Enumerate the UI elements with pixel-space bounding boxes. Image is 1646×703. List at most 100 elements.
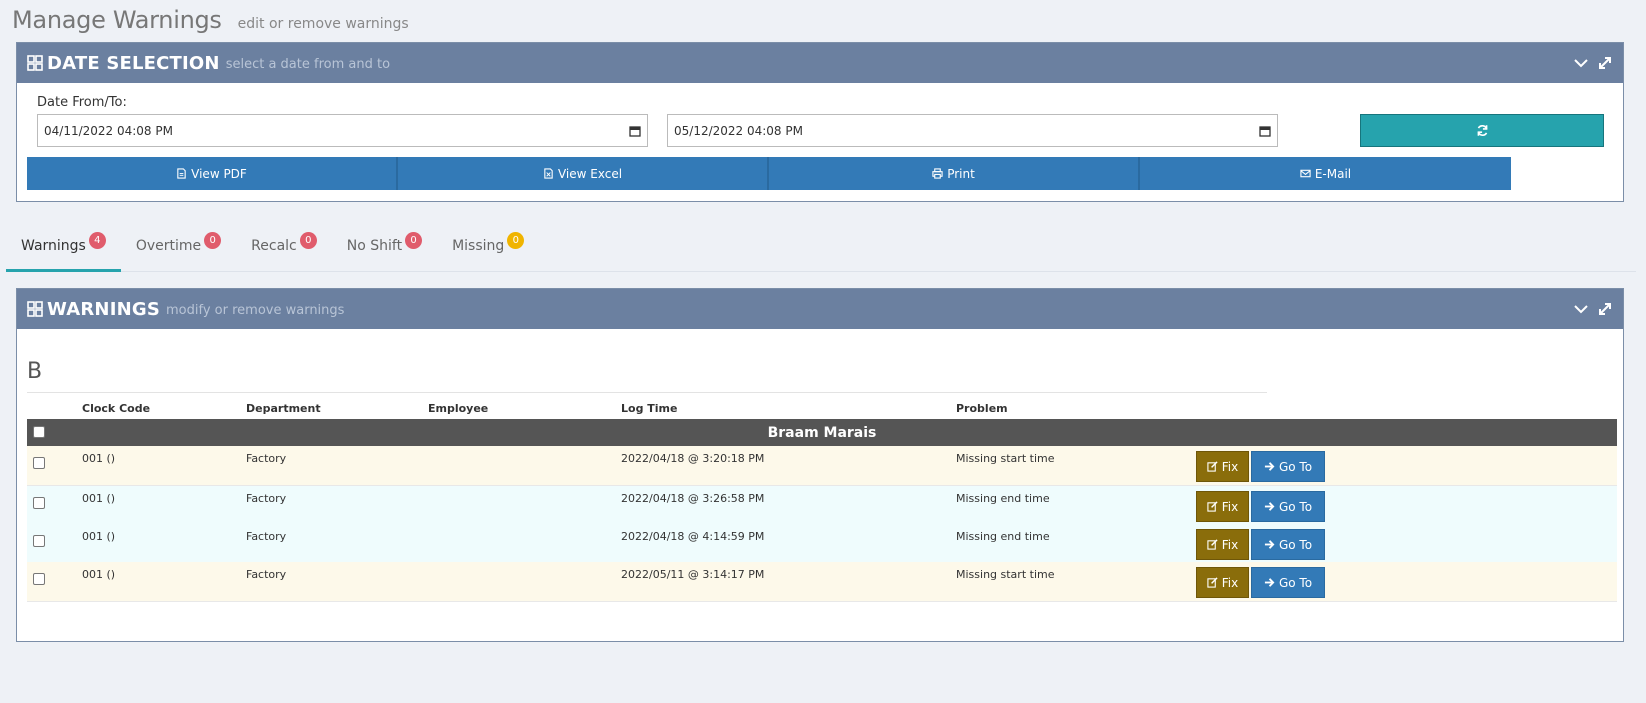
view-pdf-button[interactable]: View PDF <box>27 157 398 190</box>
go-to-button[interactable]: Go To <box>1251 567 1325 598</box>
edit-icon <box>1207 461 1218 472</box>
log-time-cell: 2022/04/18 @ 3:20:18 PM <box>621 452 765 465</box>
count-badge: 0 <box>507 232 525 249</box>
fix-label: Fix <box>1221 499 1239 514</box>
clock-code-cell: 001 () <box>82 530 116 543</box>
fix-label: Fix <box>1221 575 1239 590</box>
edit-icon <box>1207 539 1218 550</box>
tab-no-shift[interactable]: No Shift 0 <box>332 228 437 272</box>
warning-tabs: Warnings 4 Overtime 0 Recalc 0 No Shift … <box>6 228 1636 272</box>
table-row: 001 () Factory 2022/05/11 @ 3:14:17 PM M… <box>27 562 1617 602</box>
department-cell: Factory <box>246 568 287 581</box>
refresh-icon <box>1477 125 1487 136</box>
fix-button[interactable]: Fix <box>1196 567 1249 598</box>
date-selection-panel: DATE SELECTION select a date from and to… <box>16 42 1624 202</box>
section-letter: B <box>27 359 43 384</box>
col-header-problem[interactable]: Problem <box>956 402 1008 415</box>
warnings-panel-subtitle: modify or remove warnings <box>166 303 345 318</box>
warnings-panel-header: WARNINGS modify or remove warnings <box>17 289 1623 329</box>
arrow-right-icon <box>1264 540 1275 549</box>
fix-button[interactable]: Fix <box>1196 529 1249 560</box>
tab-label: Recalc <box>251 238 297 254</box>
fix-button[interactable]: Fix <box>1196 451 1249 482</box>
warnings-panel-title: WARNINGS <box>47 298 161 320</box>
log-time-cell: 2022/04/18 @ 3:26:58 PM <box>621 492 765 505</box>
calendar-icon[interactable] <box>629 125 641 137</box>
col-header-department[interactable]: Department <box>246 402 321 415</box>
date-to-value: 05/12/2022 04:08 PM <box>674 123 803 138</box>
arrow-right-icon <box>1264 462 1275 471</box>
file-excel-icon <box>544 168 553 179</box>
date-from-to-label: Date From/To: <box>37 95 127 110</box>
select-all-checkbox[interactable] <box>33 426 45 438</box>
problem-cell: Missing end time <box>956 530 1050 543</box>
refresh-button[interactable] <box>1360 114 1604 147</box>
email-label: E-Mail <box>1314 166 1352 181</box>
go-to-button[interactable]: Go To <box>1251 451 1325 482</box>
count-badge: 4 <box>88 232 106 249</box>
row-checkbox[interactable] <box>33 497 45 509</box>
tab-label: Missing <box>452 238 505 254</box>
department-cell: Factory <box>246 452 287 465</box>
tab-warnings[interactable]: Warnings 4 <box>6 228 121 272</box>
fix-label: Fix <box>1221 537 1239 552</box>
col-header-employee[interactable]: Employee <box>428 402 488 415</box>
group-name: Braam Marais <box>767 424 877 441</box>
go-to-label: Go To <box>1278 459 1313 474</box>
page-subtitle: edit or remove warnings <box>237 16 409 32</box>
date-panel-subtitle: select a date from and to <box>225 57 391 72</box>
print-button[interactable]: Print <box>769 157 1140 190</box>
print-label: Print <box>947 166 975 181</box>
email-button[interactable]: E-Mail <box>1140 157 1511 190</box>
grid-icon <box>27 301 43 317</box>
chevron-down-icon[interactable] <box>1573 301 1589 317</box>
tab-recalc[interactable]: Recalc 0 <box>236 228 332 272</box>
go-to-label: Go To <box>1278 537 1313 552</box>
table-row: 001 () Factory 2022/04/18 @ 3:20:18 PM M… <box>27 446 1617 486</box>
chevron-down-icon[interactable] <box>1573 55 1589 71</box>
arrow-right-icon <box>1264 502 1275 511</box>
count-badge: 0 <box>299 232 317 249</box>
count-badge: 0 <box>405 232 423 249</box>
date-panel-title: DATE SELECTION <box>47 52 220 74</box>
expand-icon[interactable] <box>1597 55 1613 71</box>
group-row: Braam Marais <box>27 419 1617 446</box>
problem-cell: Missing start time <box>956 568 1055 581</box>
fix-label: Fix <box>1221 459 1239 474</box>
col-header-clock-code[interactable]: Clock Code <box>82 402 150 415</box>
view-pdf-label: View PDF <box>191 166 247 181</box>
date-from-value: 04/11/2022 04:08 PM <box>44 123 173 138</box>
edit-icon <box>1207 501 1218 512</box>
arrow-right-icon <box>1264 578 1275 587</box>
go-to-button[interactable]: Go To <box>1251 529 1325 560</box>
row-checkbox[interactable] <box>33 457 45 469</box>
row-checkbox[interactable] <box>33 573 45 585</box>
tab-missing[interactable]: Missing 0 <box>437 228 539 272</box>
date-from-input[interactable]: 04/11/2022 04:08 PM <box>37 114 648 147</box>
fix-button[interactable]: Fix <box>1196 491 1249 522</box>
calendar-icon[interactable] <box>1259 125 1271 137</box>
export-action-bar: View PDF View Excel Print E-Mail <box>27 157 1511 190</box>
view-excel-label: View Excel <box>557 166 623 181</box>
table-row: 001 () Factory 2022/04/18 @ 3:26:58 PM M… <box>27 486 1617 526</box>
row-checkbox[interactable] <box>33 535 45 547</box>
view-excel-button[interactable]: View Excel <box>398 157 769 190</box>
go-to-button[interactable]: Go To <box>1251 491 1325 522</box>
table-row: 001 () Factory 2022/04/18 @ 4:14:59 PM M… <box>27 524 1617 564</box>
count-badge: 0 <box>204 232 222 249</box>
expand-icon[interactable] <box>1597 301 1613 317</box>
department-cell: Factory <box>246 492 287 505</box>
file-pdf-icon <box>177 168 186 179</box>
warnings-panel: WARNINGS modify or remove warnings B Clo… <box>16 288 1624 642</box>
tab-overtime[interactable]: Overtime 0 <box>121 228 236 272</box>
log-time-cell: 2022/05/11 @ 3:14:17 PM <box>621 568 765 581</box>
clock-code-cell: 001 () <box>82 492 116 505</box>
clock-code-cell: 001 () <box>82 568 116 581</box>
page-header: Manage Warnings edit or remove warnings <box>12 6 409 34</box>
date-panel-header: DATE SELECTION select a date from and to <box>17 43 1623 83</box>
date-to-input[interactable]: 05/12/2022 04:08 PM <box>667 114 1278 147</box>
col-header-log-time[interactable]: Log Time <box>621 402 677 415</box>
tab-label: No Shift <box>346 238 403 254</box>
print-icon <box>932 168 943 179</box>
divider <box>27 392 1267 393</box>
